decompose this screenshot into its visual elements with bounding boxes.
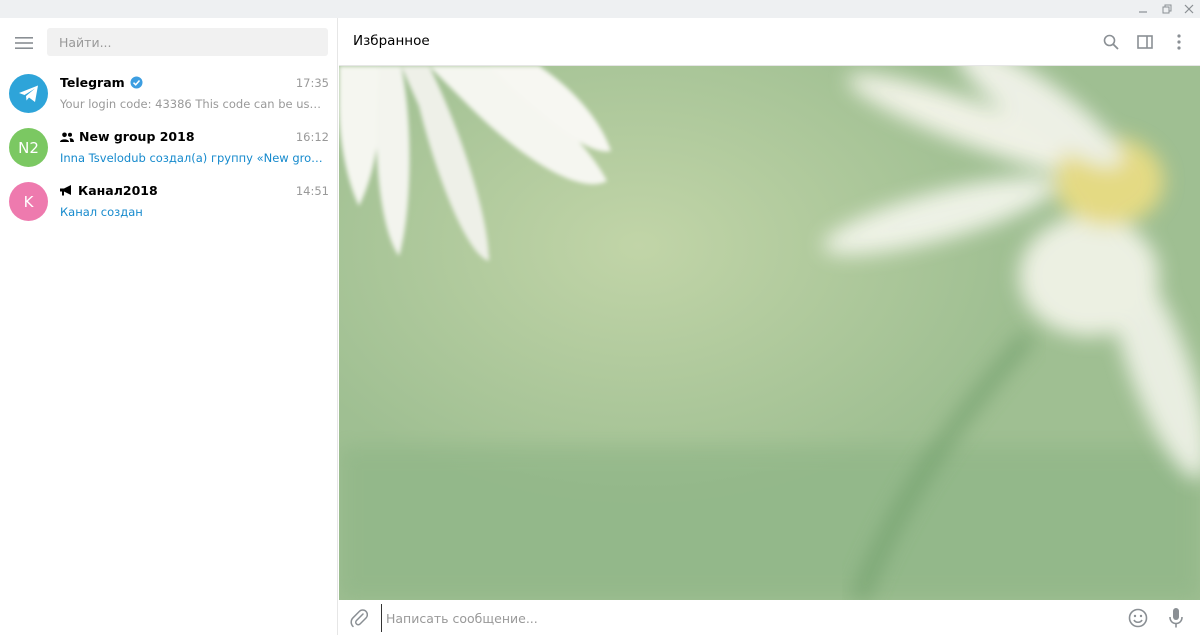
message-composer <box>339 600 1200 635</box>
telegram-plane-icon <box>18 85 38 102</box>
chat-header: Избранное <box>339 18 1200 66</box>
wallpaper-image <box>339 66 1200 600</box>
chat-preview: Канал создан <box>60 205 143 219</box>
megaphone-icon <box>60 185 73 196</box>
close-icon[interactable] <box>1178 0 1200 18</box>
dialogs-panel: Telegram 17:35 Your login code: 43386 Th… <box>0 18 338 635</box>
avatar: N2 <box>9 128 48 167</box>
sidebar-toggle-icon[interactable] <box>1134 31 1156 53</box>
avatar-initials: K <box>23 192 34 211</box>
emoji-icon[interactable] <box>1126 606 1150 630</box>
chat-header-title[interactable]: Избранное <box>353 33 430 49</box>
window-titlebar <box>0 0 1200 18</box>
verified-badge-icon <box>130 76 143 89</box>
chat-time: 16:12 <box>295 130 329 144</box>
avatar-initials: N2 <box>18 138 39 157</box>
chat-preview: Your login code: 43386 This code can be … <box>60 97 328 111</box>
microphone-icon[interactable] <box>1164 606 1188 630</box>
chat-panel: Избранное <box>339 18 1200 635</box>
chat-title-text: Telegram <box>60 75 125 90</box>
message-input[interactable] <box>381 604 1111 632</box>
chat-item-telegram[interactable]: Telegram 17:35 Your login code: 43386 Th… <box>0 66 338 120</box>
avatar <box>9 74 48 113</box>
chat-title-text: New group 2018 <box>79 129 195 144</box>
hamburger-menu-icon[interactable] <box>11 32 37 54</box>
chat-title: New group 2018 <box>60 129 195 144</box>
chat-time: 17:35 <box>295 76 329 90</box>
avatar: K <box>9 182 48 221</box>
chat-time: 14:51 <box>295 184 329 198</box>
chat-item-new-group[interactable]: N2 New group 2018 16:12 Inna Tsvelodub с… <box>0 120 338 174</box>
restore-icon[interactable] <box>1156 0 1178 18</box>
search-icon[interactable] <box>1100 31 1122 53</box>
attach-icon[interactable] <box>347 606 371 630</box>
chat-title: Канал2018 <box>60 183 158 198</box>
chat-title-text: Канал2018 <box>78 183 158 198</box>
minimize-icon[interactable] <box>1132 0 1154 18</box>
group-icon <box>60 132 74 142</box>
search-input[interactable] <box>47 28 328 56</box>
more-vertical-icon[interactable] <box>1168 31 1190 53</box>
chat-list: Telegram 17:35 Your login code: 43386 Th… <box>0 66 338 228</box>
chat-item-channel[interactable]: K Канал2018 14:51 Канал создан <box>0 174 338 228</box>
chat-preview: Inna Tsvelodub создал(а) группу «New gro… <box>60 151 328 165</box>
chat-title: Telegram <box>60 75 143 90</box>
chat-wallpaper <box>339 66 1200 600</box>
